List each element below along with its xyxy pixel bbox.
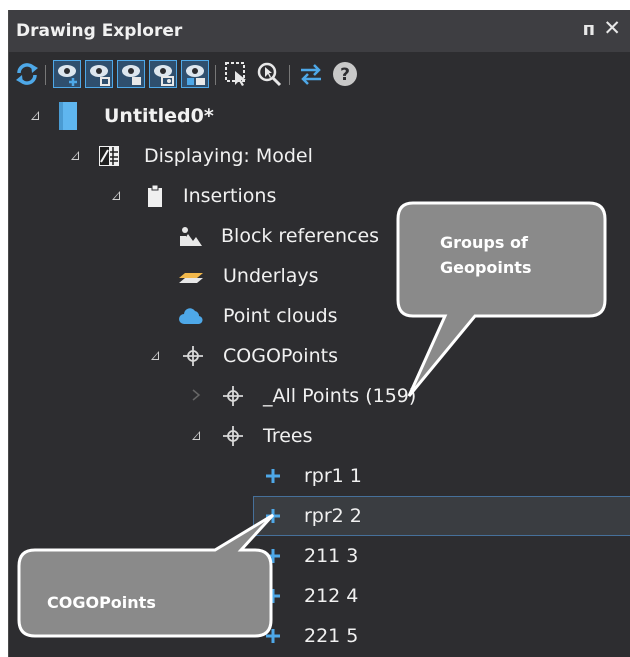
- tree-label-displaying: Displaying: Model: [144, 145, 313, 167]
- tree-row-point[interactable]: rpr1 1: [9, 456, 630, 496]
- caret-collapsed-icon[interactable]: [189, 387, 203, 403]
- tree-label-point: 212 4: [304, 585, 359, 607]
- zoom-to-icon[interactable]: [255, 60, 283, 88]
- caret-expanded-icon[interactable]: [148, 347, 162, 363]
- crosshair-point-icon: [223, 426, 243, 446]
- toolbar-separator: [45, 65, 46, 85]
- caret-expanded-icon[interactable]: [109, 187, 123, 203]
- crosshair-point-icon: [183, 346, 203, 366]
- clipboard-icon: [148, 184, 162, 207]
- panel-titlebar: Drawing Explorer ᴨ ✕: [9, 10, 630, 52]
- panel-title: Drawing Explorer: [16, 21, 183, 41]
- tree-row-root[interactable]: Untitled0*: [9, 96, 630, 136]
- callout-cogo-bubble: [17, 513, 275, 638]
- tree-label-point-clouds: Point clouds: [223, 305, 338, 327]
- svg-text:?: ?: [340, 65, 350, 85]
- tree-label-root: Untitled0*: [104, 105, 214, 127]
- callout-groups-text: Groups of Geopoints: [440, 230, 531, 280]
- toolbar-separator: [215, 65, 216, 85]
- tree-label-point: 211 3: [304, 545, 359, 567]
- toolbar: ?: [9, 56, 630, 92]
- tree-row-point-selected[interactable]: rpr2 2: [253, 496, 630, 536]
- close-icon[interactable]: ✕: [603, 16, 621, 40]
- tree-label-block-references: Block references: [221, 225, 380, 247]
- tree-label-all-points: _All Points (159): [263, 385, 417, 407]
- callout-groups-line: Geopoints: [440, 258, 532, 277]
- eye-add-icon[interactable]: [53, 60, 81, 88]
- eye-layers-icon[interactable]: [181, 60, 209, 88]
- help-icon[interactable]: ?: [331, 60, 359, 88]
- toolbar-separator: [289, 65, 290, 85]
- tree-label-point: rpr2 2: [304, 505, 362, 527]
- tree-label-point: 221 5: [304, 625, 359, 647]
- block-image-icon: [180, 227, 202, 246]
- tree-row-trees[interactable]: Trees: [9, 416, 630, 456]
- model-grid-icon: [99, 146, 119, 166]
- document-icon: [59, 102, 77, 130]
- callout-cogo-text: COGOPoints: [47, 593, 156, 612]
- swap-arrows-icon[interactable]: [297, 60, 325, 88]
- tree-label-trees: Trees: [263, 425, 313, 447]
- tree-label-cogo-points: COGOPoints: [223, 345, 338, 367]
- eye-square-icon[interactable]: [85, 60, 113, 88]
- cloud-icon: [179, 308, 203, 325]
- eye-circle-icon[interactable]: [149, 60, 177, 88]
- tree-label-insertions: Insertions: [183, 185, 277, 207]
- caret-expanded-icon[interactable]: [28, 107, 42, 123]
- refresh-icon[interactable]: [13, 60, 41, 88]
- caret-expanded-icon[interactable]: [189, 427, 203, 443]
- tree-label-point: rpr1 1: [304, 465, 362, 487]
- eye-fill-icon[interactable]: [117, 60, 145, 88]
- tree-row-displaying[interactable]: Displaying: Model: [9, 136, 630, 176]
- tree-label-underlays: Underlays: [223, 265, 319, 287]
- crosshair-point-icon: [223, 386, 243, 406]
- pin-icon[interactable]: ᴨ: [583, 19, 595, 40]
- caret-expanded-icon[interactable]: [68, 147, 82, 163]
- underlay-layers-icon: [179, 273, 203, 283]
- select-cursor-icon[interactable]: [223, 60, 251, 88]
- callout-groups-line: Groups of: [440, 233, 528, 252]
- plus-point-icon: [266, 469, 280, 483]
